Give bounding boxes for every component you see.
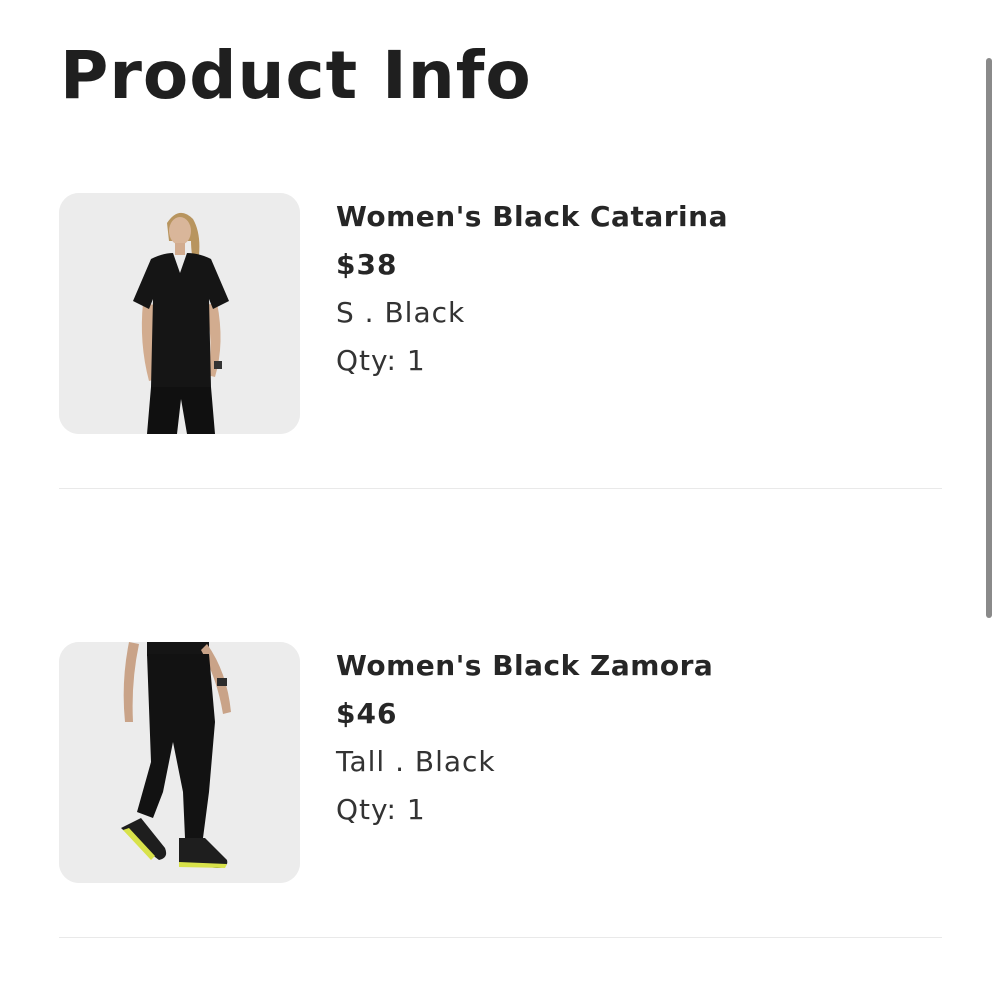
divider <box>59 488 942 489</box>
product-variant: Tall . Black <box>336 745 496 778</box>
product-name[interactable]: Women's Black Catarina <box>336 193 728 241</box>
page-title: Product Info <box>60 37 532 114</box>
jogger-pants-model-icon <box>59 642 300 883</box>
product-details: Women's Black Zamora $46 Tall . Black Qt… <box>336 642 713 834</box>
product-name[interactable]: Women's Black Zamora <box>336 642 713 690</box>
product-variant: S . Black <box>336 296 466 329</box>
scrollbar[interactable] <box>986 58 992 618</box>
product-price: $38 <box>336 248 398 281</box>
divider <box>59 937 942 938</box>
product-image[interactable] <box>59 642 300 883</box>
product-info-page: Product Info Women's Black Catarina $38 … <box>0 0 1000 1000</box>
product-image[interactable] <box>59 193 300 434</box>
product-quantity: Qty: 1 <box>336 793 426 826</box>
product-price: $46 <box>336 697 398 730</box>
product-details: Women's Black Catarina $38 S . Black Qty… <box>336 193 728 385</box>
scrub-top-model-icon <box>59 193 300 434</box>
product-quantity: Qty: 1 <box>336 344 426 377</box>
